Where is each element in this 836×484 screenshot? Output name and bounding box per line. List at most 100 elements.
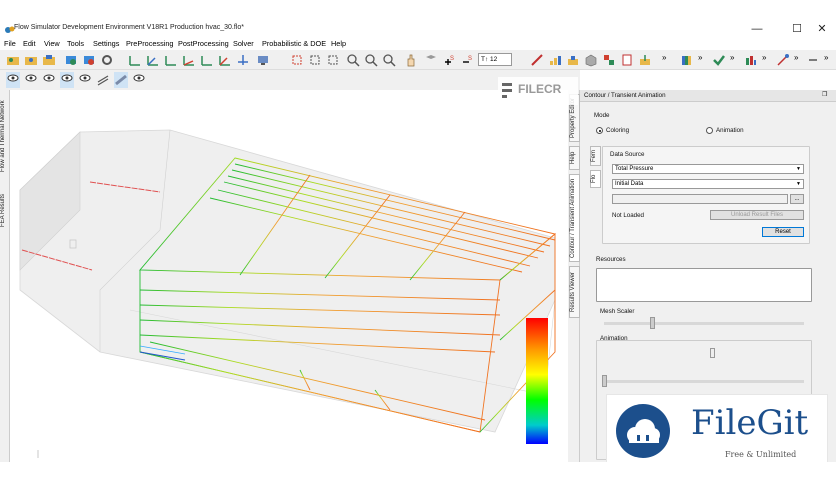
resources-label: Resources [596, 256, 626, 263]
view-top-icon[interactable] [218, 53, 232, 67]
zoom-in-icon[interactable] [364, 53, 378, 67]
minimize-button[interactable]: — [743, 22, 771, 36]
filecr-text: FILECR [518, 82, 562, 96]
animation-step-handle[interactable] [710, 348, 715, 358]
remove-scale-icon[interactable]: S [460, 53, 474, 67]
lines-icon[interactable] [96, 72, 110, 88]
filecr-watermark: FILECR [498, 77, 578, 105]
browse-button[interactable]: ... [790, 194, 804, 204]
eye-plus-minus-icon[interactable] [78, 72, 92, 88]
save-icon[interactable] [42, 53, 56, 67]
text-size-select[interactable]: T↑ 12 [478, 53, 512, 66]
zoom-out-icon[interactable] [382, 53, 396, 67]
menu-tools[interactable]: Tools [67, 38, 84, 50]
view-toolbar [0, 70, 580, 90]
line-tool-icon[interactable] [530, 53, 544, 67]
load-status: Not Loaded [612, 212, 644, 219]
report-icon[interactable] [620, 53, 634, 67]
animation-radio[interactable] [706, 127, 713, 134]
color-bars-icon[interactable] [680, 53, 694, 67]
tube-icon[interactable] [114, 72, 128, 88]
result-path-field[interactable] [612, 194, 788, 204]
resources-list[interactable] [596, 268, 812, 302]
eye-c-icon[interactable] [60, 72, 74, 88]
tab-flow-thermal-network[interactable]: Flow and Thermal Network [0, 92, 10, 180]
toolbar-overflow-2[interactable]: » [698, 53, 702, 62]
data-source-label: Data Source [610, 151, 645, 158]
open-results-icon[interactable] [24, 53, 38, 67]
menu-postprocessing[interactable]: PostProcessing [178, 38, 229, 50]
reset-button[interactable]: Reset [762, 227, 804, 237]
zoom-icon[interactable] [346, 53, 360, 67]
pan-icon[interactable] [404, 53, 418, 67]
stats-icon[interactable] [744, 53, 758, 67]
eye-e-icon[interactable] [24, 72, 38, 88]
view-iso-icon[interactable] [236, 53, 250, 67]
view-side-icon[interactable] [200, 53, 214, 67]
menu-view[interactable]: View [44, 38, 60, 50]
toolbar-overflow-6[interactable]: » [824, 53, 828, 62]
menu-bar: File Edit View Tools Settings PreProcess… [0, 38, 836, 50]
window-title: Flow Simulator Development Environment V… [14, 24, 244, 31]
probe-icon[interactable] [776, 53, 790, 67]
animation-track[interactable] [604, 380, 804, 383]
right-tab-strip: Property Editor Help Contour / Transient… [568, 90, 580, 462]
add-scale-icon[interactable]: S [442, 53, 456, 67]
menu-probabilistic-doe[interactable]: Probabilistic & DOE [262, 38, 326, 50]
screen-icon[interactable] [256, 53, 270, 67]
axis-z-icon[interactable] [164, 53, 178, 67]
dash-icon[interactable] [806, 53, 820, 67]
toolbar-overflow-3[interactable]: » [730, 53, 734, 62]
chart-tool-icon[interactable] [548, 53, 562, 67]
menu-edit[interactable]: Edit [23, 38, 36, 50]
color-legend [526, 318, 548, 444]
axis-y-icon[interactable] [146, 53, 160, 67]
mesh-scaler-handle[interactable] [650, 317, 655, 329]
view-front-icon[interactable] [182, 53, 196, 67]
toolbar-overflow-5[interactable]: » [794, 53, 798, 62]
inner-tab-fem[interactable]: Fem [590, 146, 601, 166]
model-viewport[interactable] [10, 90, 566, 462]
maximize-button[interactable]: ☐ [783, 22, 811, 36]
rotate-icon[interactable] [424, 53, 438, 67]
tab-help[interactable]: Help [569, 146, 580, 170]
zoom-window-icon[interactable] [308, 53, 322, 67]
text-size-value: T↑ 12 [481, 56, 498, 63]
tab-fea-results[interactable]: FEA Results [0, 180, 10, 240]
model-icon[interactable] [64, 53, 78, 67]
results-tool-icon[interactable] [566, 53, 580, 67]
open-model-icon[interactable] [6, 53, 20, 67]
filegit-tagline: Free & Unlimited [725, 450, 797, 459]
panel-restore-icon[interactable]: ❐ [822, 91, 827, 98]
menu-help[interactable]: Help [331, 38, 346, 50]
menu-preprocessing[interactable]: PreProcessing [126, 38, 173, 50]
mesh-scaler-track[interactable] [604, 322, 804, 325]
eye-hide-icon[interactable] [132, 72, 146, 88]
export-icon[interactable] [638, 53, 652, 67]
inner-tab-flo[interactable]: Flo [590, 170, 601, 188]
settings-icon[interactable] [100, 53, 114, 67]
unload-results-button[interactable]: Unload Result Files [710, 210, 804, 220]
menu-solver[interactable]: Solver [233, 38, 254, 50]
mesh-icon[interactable] [602, 53, 616, 67]
coloring-radio[interactable] [596, 127, 603, 134]
source-select[interactable]: Total Pressure ▼ [612, 164, 804, 174]
close-button[interactable]: ✕ [808, 22, 836, 36]
data-select[interactable]: Initial Data ▼ [612, 179, 804, 189]
tab-results-viewer[interactable]: Results Viewer [569, 266, 580, 318]
toolbar-overflow-1[interactable]: » [662, 53, 666, 62]
check-icon[interactable] [712, 53, 726, 67]
menu-file[interactable]: File [4, 38, 16, 50]
zoom-box-icon[interactable] [326, 53, 340, 67]
toolbar-overflow-4[interactable]: » [762, 53, 766, 62]
menu-settings[interactable]: Settings [93, 38, 119, 50]
eye-123-icon[interactable] [6, 72, 20, 88]
axis-x-icon[interactable] [128, 53, 142, 67]
network-icon[interactable] [82, 53, 96, 67]
filegit-watermark: FileGit Free & Unlimited [606, 394, 828, 466]
fit-icon[interactable] [290, 53, 304, 67]
tab-contour-animation[interactable]: Contour / Transient Animation [569, 174, 580, 262]
cube-icon[interactable] [584, 53, 598, 67]
animation-handle[interactable] [602, 375, 607, 387]
eye-t-icon[interactable] [42, 72, 56, 88]
